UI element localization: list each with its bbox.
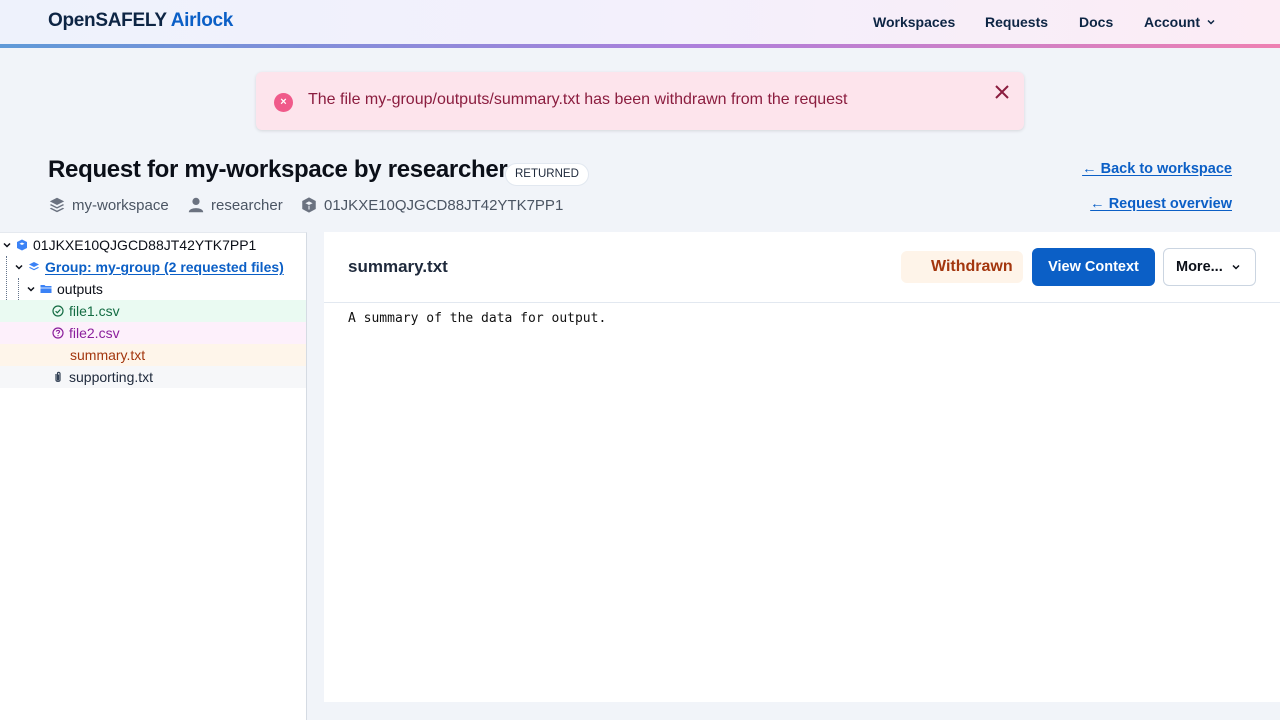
page-title: Request for my-workspace by researcher: [48, 156, 508, 183]
file-viewer: summary.txt Withdrawn View Context More.…: [324, 232, 1280, 702]
cube-icon: [302, 197, 316, 213]
tree-item-label: supporting.txt: [69, 369, 154, 385]
close-icon[interactable]: [992, 82, 1012, 102]
file-tree: 01JKXE10QJGCD88JT42YTK7PP1 Group: my-gro…: [0, 232, 307, 720]
tree-item-label[interactable]: Group: my-group (2 requested files): [45, 259, 284, 275]
meta-workspace: my-workspace: [48, 196, 169, 214]
top-navbar: OpenSAFELY Airlock Workspaces Requests D…: [0, 0, 1280, 48]
author-name: researcher: [211, 196, 283, 214]
question-circle-icon: [52, 327, 64, 339]
tree-item-label: outputs: [57, 281, 103, 297]
file-status-badge: Withdrawn: [901, 251, 1023, 283]
request-overview-link[interactable]: ← Request overview: [1090, 196, 1232, 212]
tree-item-folder[interactable]: outputs: [0, 278, 306, 300]
more-menu-button[interactable]: More...: [1163, 248, 1256, 286]
file-title: summary.txt: [348, 257, 448, 276]
view-context-button[interactable]: View Context: [1032, 248, 1155, 286]
meta-author: researcher: [187, 196, 283, 214]
check-circle-icon: [52, 305, 64, 317]
status-badge: RETURNED: [505, 163, 589, 186]
nav-account-label: Account: [1144, 14, 1200, 30]
request-id: 01JKXE10QJGCD88JT42YTK7PP1: [324, 196, 564, 214]
file-content: A summary of the data for output.: [348, 311, 607, 326]
chevron-down-icon[interactable]: [2, 240, 12, 250]
tree-file-approved[interactable]: file1.csv: [0, 300, 306, 322]
tree-item-label: file2.csv: [69, 325, 120, 341]
chevron-down-icon: [1232, 264, 1240, 270]
brand-logo[interactable]: OpenSAFELY Airlock: [48, 10, 233, 32]
chevron-down-icon[interactable]: [14, 262, 24, 272]
paperclip-icon: [55, 371, 61, 382]
more-menu-label: More...: [1176, 259, 1223, 275]
tree-item-label: 01JKXE10QJGCD88JT42YTK7PP1: [33, 237, 257, 253]
tree-file-supporting[interactable]: supporting.txt: [0, 366, 306, 388]
nav-workspaces[interactable]: Workspaces: [873, 14, 955, 30]
alert-message: The file my-group/outputs/summary.txt ha…: [308, 91, 848, 108]
meta-request-id: 01JKXE10QJGCD88JT42YTK7PP1: [300, 196, 563, 214]
tree-item-label: file1.csv: [69, 303, 120, 319]
file-viewer-header: summary.txt Withdrawn View Context More.…: [324, 232, 1280, 303]
tree-item-group[interactable]: Group: my-group (2 requested files): [0, 256, 306, 278]
layers-icon: [49, 197, 65, 213]
brand-primary: OpenSAFELY: [48, 10, 167, 31]
header-gradient-bar: [0, 44, 1280, 48]
layers-icon: [29, 262, 39, 271]
nav-account-menu[interactable]: Account: [1144, 14, 1216, 30]
workspace-name: my-workspace: [72, 196, 169, 214]
tree-file-pending[interactable]: file2.csv: [0, 322, 306, 344]
back-to-workspace-link[interactable]: ← Back to workspace: [1082, 161, 1232, 177]
request-cube-icon: [17, 239, 27, 251]
folder-icon: [40, 285, 52, 293]
chevron-down-icon[interactable]: [26, 284, 36, 294]
tree-item-label: summary.txt: [70, 347, 146, 363]
x-circle-icon: ×: [274, 93, 293, 112]
chevron-down-icon: [1207, 19, 1215, 25]
nav-docs[interactable]: Docs: [1079, 14, 1113, 30]
alert-banner: × The file my-group/outputs/summary.txt …: [256, 72, 1024, 130]
brand-secondary: Airlock: [170, 10, 234, 31]
user-icon: [188, 197, 204, 213]
tree-item-request[interactable]: 01JKXE10QJGCD88JT42YTK7PP1: [0, 234, 306, 256]
nav-requests[interactable]: Requests: [985, 14, 1048, 30]
tree-file-withdrawn-selected[interactable]: summary.txt: [0, 344, 306, 366]
